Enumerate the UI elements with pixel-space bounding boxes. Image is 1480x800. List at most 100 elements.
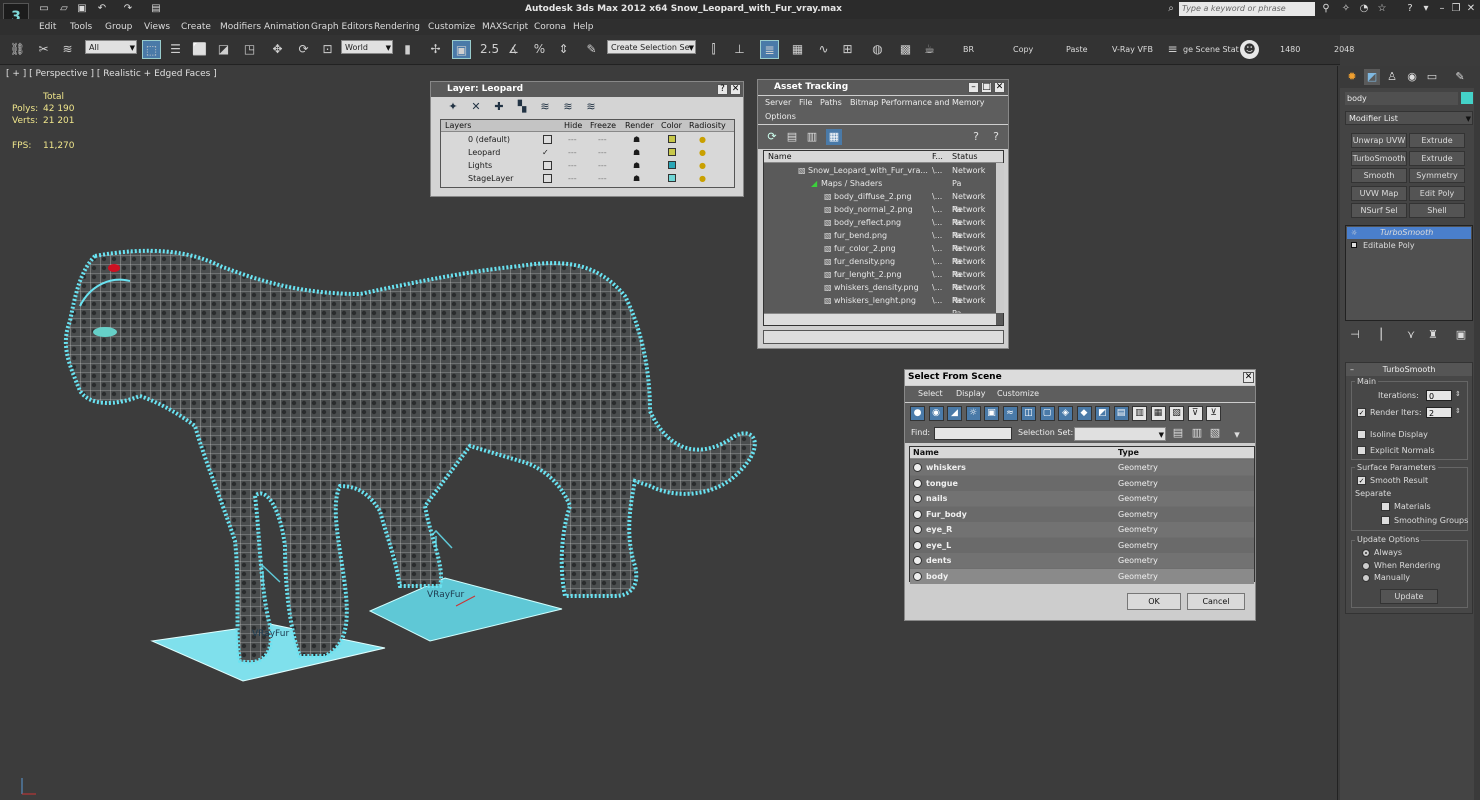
pivot-center-icon[interactable]: ▮ <box>398 40 417 59</box>
asset-file-row[interactable]: ▧ body_normal_2.png \... Network Pa <box>764 203 996 227</box>
redo-icon[interactable]: ↷ <box>122 3 134 15</box>
scene-object-row[interactable]: nails Geometry <box>910 491 1254 506</box>
asset-file-row[interactable]: ▧whiskers_lenght.png\...Network Pa <box>764 294 996 318</box>
scene-object-row[interactable]: eye_R Geometry <box>910 522 1254 537</box>
menu-edit[interactable]: Edit <box>39 22 56 32</box>
lightbulb-icon[interactable]: ☼ <box>1351 227 1357 239</box>
render-icon[interactable]: ☻ <box>1240 40 1259 59</box>
col-name[interactable]: Name <box>913 447 939 459</box>
col-hide[interactable]: Hide <box>564 120 582 132</box>
menu-modifiers[interactable]: Modifiers <box>220 22 261 32</box>
render-icon[interactable]: ☗ <box>633 146 640 159</box>
display-filter-icon-13[interactable]: ▦ <box>1150 406 1166 421</box>
find-input[interactable] <box>934 427 1012 440</box>
select-object-icon[interactable]: ⬚ <box>142 40 161 59</box>
materials-checkbox[interactable] <box>1381 502 1390 511</box>
asset-info-icon[interactable]: ? <box>988 129 1004 145</box>
graphite-tools-icon[interactable]: ▦ <box>788 40 807 59</box>
highlight-layer-icon[interactable]: ≋ <box>537 99 553 115</box>
asset-file-row[interactable]: ▧ fur_lenght_2.png \... Network Pa <box>764 268 996 292</box>
scene-object-row[interactable]: Fur_body Geometry <box>910 506 1254 522</box>
layer-current-checkbox[interactable] <box>543 161 552 170</box>
asset-close-icon[interactable]: ✕ <box>994 82 1005 93</box>
show-end-result-icon[interactable]: ▏ <box>1377 327 1393 343</box>
rotate-icon[interactable]: ⟳ <box>294 40 313 59</box>
help-dropdown-icon[interactable]: ▾ <box>1420 3 1432 15</box>
select-invert-icon[interactable]: ▧ <box>1207 425 1223 441</box>
select-in-layer-icon[interactable]: ▚ <box>514 99 530 115</box>
window-crossing-icon[interactable]: ◪ <box>214 40 233 59</box>
schematic-view-icon[interactable]: ⊞ <box>838 40 857 59</box>
configure-sets-icon[interactable]: ▣ <box>1453 327 1469 343</box>
hide-all-layers-icon[interactable]: ≋ <box>560 99 576 115</box>
update-button[interactable]: Update <box>1380 589 1438 604</box>
display-filter-icon-9[interactable]: ◆ <box>1076 406 1092 421</box>
toolbar-label-vray-vfb[interactable]: V-Ray VFB <box>1112 45 1153 54</box>
command-panel-scrollbar[interactable] <box>1474 66 1480 800</box>
radiosity-icon[interactable]: ● <box>699 146 706 159</box>
ok-button[interactable]: OK <box>1127 593 1181 610</box>
layer-manager-icon[interactable]: ≣ <box>760 40 779 59</box>
modifier-button-extrude[interactable]: Extrude <box>1409 133 1465 148</box>
percent-snap-icon[interactable]: % <box>530 40 549 59</box>
menu-create[interactable]: Create <box>181 22 211 32</box>
pin-stack-icon[interactable]: ⊣ <box>1347 327 1363 343</box>
select-all-icon[interactable]: ▤ <box>1170 425 1186 441</box>
asset-menu-bitmap[interactable]: Bitmap Performance and Memory <box>850 98 985 107</box>
unlink-icon[interactable]: ✂ <box>34 40 53 59</box>
select-from-scene-dialog[interactable]: Select From Scene ✕ Select Display Custo… <box>904 369 1256 621</box>
help-icon[interactable]: ? <box>1404 3 1416 15</box>
delete-layer-icon[interactable]: ✕ <box>468 99 484 115</box>
layer-row[interactable]: Lights --- --- ☗ ● <box>441 159 734 172</box>
create-layer-icon[interactable]: ✦ <box>445 99 461 115</box>
make-unique-icon[interactable]: ⋎ <box>1403 327 1419 343</box>
reference-coordinate-dropdown[interactable]: World <box>341 40 393 55</box>
asset-file-row[interactable]: ▧ whiskers_density.png \... Network Pa <box>764 281 996 305</box>
col-freeze[interactable]: Freeze <box>590 120 616 132</box>
new-file-icon[interactable]: ▭ <box>38 3 50 15</box>
spinner-snap-icon[interactable]: ⇕ <box>554 40 573 59</box>
layer-row[interactable]: 0 (default) --- --- ☗ ● <box>441 133 734 146</box>
menu-corona[interactable]: Corona <box>534 22 566 32</box>
menu-animation[interactable]: Animation <box>264 22 310 32</box>
object-color-swatch[interactable] <box>1461 92 1473 104</box>
select-menu-display[interactable]: Display <box>956 389 986 398</box>
display-filter-icon-10[interactable]: ◩ <box>1095 406 1110 421</box>
curve-editor-icon[interactable]: ∿ <box>814 40 833 59</box>
utilities-tab-icon[interactable]: ✎ <box>1452 69 1468 85</box>
favorites-icon[interactable]: ☆ <box>1376 3 1388 15</box>
layer-dialog-help-icon[interactable]: ? <box>717 84 728 95</box>
modifier-button-unwrap-uvw[interactable]: Unwrap UVW <box>1351 133 1407 148</box>
display-filter-icon-3[interactable]: ☼ <box>965 406 981 421</box>
display-filter-icon-6[interactable]: ◫ <box>1021 406 1036 421</box>
toolbar-label-copy[interactable]: Copy <box>1013 45 1033 54</box>
col-layers[interactable]: Layers <box>445 120 471 132</box>
restore-icon[interactable]: ❐ <box>1450 3 1462 15</box>
angle-snap-icon[interactable]: ∡ <box>504 40 523 59</box>
list-view-icon[interactable]: ▤ <box>784 129 800 145</box>
always-radio[interactable] <box>1362 549 1370 557</box>
iterations-spinner-arrows-icon[interactable]: ⇕ <box>1455 390 1461 398</box>
layer-dialog-title[interactable]: Layer: Leopard <box>431 82 743 97</box>
layer-current-checkbox[interactable] <box>543 135 552 144</box>
save-icon[interactable]: ▣ <box>76 3 88 15</box>
modifier-button-turbosmooth[interactable]: TurboSmooth <box>1351 150 1407 166</box>
scene-object-row[interactable]: whiskers Geometry <box>910 460 1254 475</box>
binoculars-icon[interactable]: ⚲ <box>1320 3 1332 15</box>
toolbar-label-scene-stats[interactable]: ge Scene Stat <box>1183 45 1239 54</box>
keyboard-shortcut-override-icon[interactable]: ▣ <box>452 40 471 59</box>
select-from-scene-title[interactable]: Select From Scene <box>905 370 1255 385</box>
render-iters-spinner-arrows-icon[interactable]: ⇕ <box>1455 407 1461 415</box>
modifier-button-extrude[interactable]: Extrude <box>1409 150 1465 166</box>
asset-file-row[interactable]: ▧ fur_color_2.png \... Network Pa <box>764 242 996 266</box>
col-radiosity[interactable]: Radiosity <box>689 120 726 132</box>
modifier-list-dropdown[interactable]: Modifier List <box>1345 111 1473 126</box>
select-manipulate-icon[interactable]: ✢ <box>426 40 445 59</box>
toolbar-label-br[interactable]: BR <box>963 45 974 54</box>
options-dropdown-icon[interactable]: ▾ <box>1229 427 1245 443</box>
asset-menu-paths[interactable]: Paths <box>820 98 842 107</box>
radiosity-icon[interactable]: ● <box>699 172 706 185</box>
open-file-icon[interactable]: ▱ <box>58 3 70 15</box>
modifier-button-uvw-map[interactable]: UVW Map <box>1351 185 1407 201</box>
col-file[interactable]: F... <box>932 151 943 163</box>
